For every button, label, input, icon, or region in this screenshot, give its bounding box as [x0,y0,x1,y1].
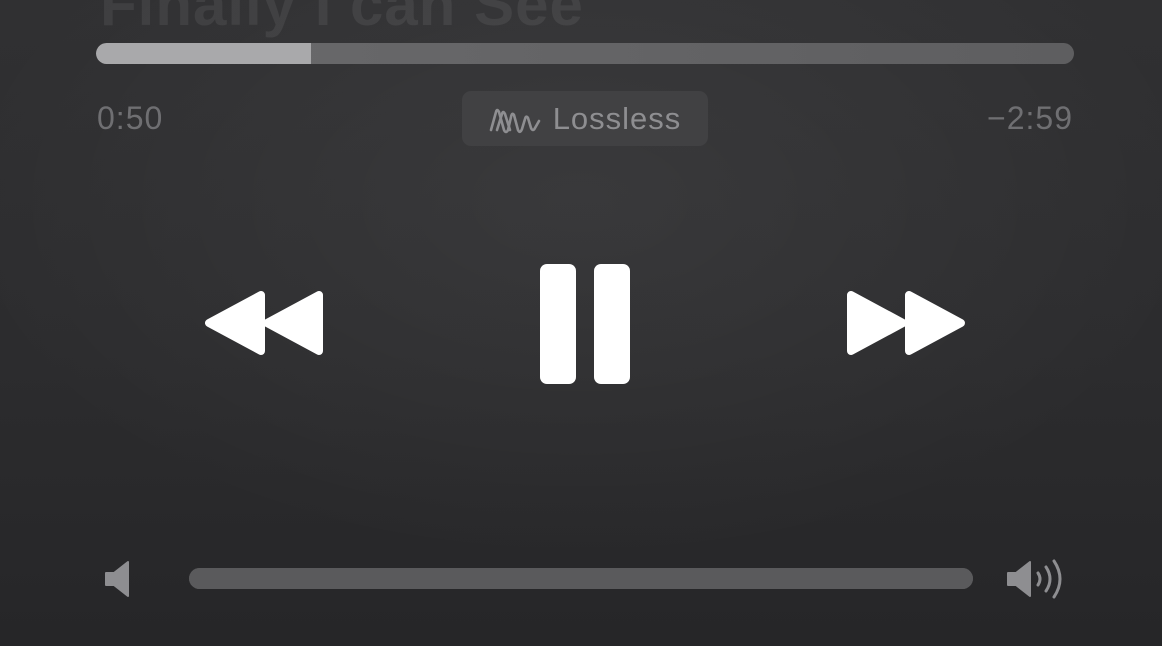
lossless-label: Lossless [552,100,682,136]
remaining-time: −2:59 [987,100,1073,136]
speaker-low-icon[interactable] [104,560,132,598]
pause-icon [540,264,630,384]
fast-forward-button[interactable] [843,288,967,358]
fast-forward-icon [847,291,965,355]
elapsed-time: 0:50 [97,100,164,136]
song-title: Finally I can See [100,0,584,38]
speaker-high-icon[interactable] [1006,558,1068,600]
pause-button[interactable] [538,262,632,386]
volume-fill [189,568,973,589]
lossless-badge[interactable]: Lossless [462,91,708,146]
volume-slider[interactable] [189,568,973,589]
playback-progress-fill [96,43,312,64]
playback-progress-slider[interactable] [96,43,1074,64]
rewind-button[interactable] [203,288,327,358]
rewind-icon [205,291,323,355]
lossless-waveform-icon [489,108,540,133]
now-playing-player: Finally I can See 0:50 Lossless −2:59 [0,0,1162,646]
